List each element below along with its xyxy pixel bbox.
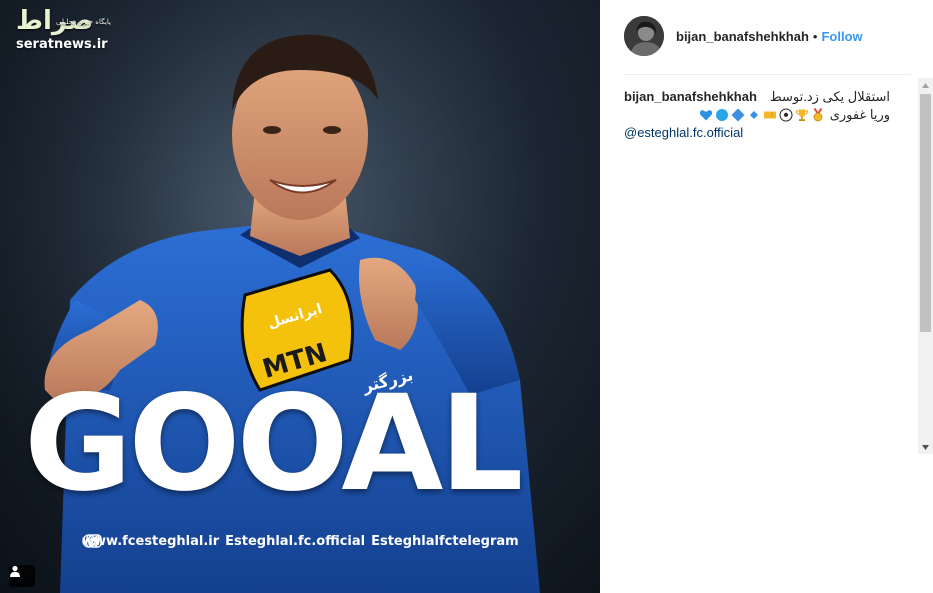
user-tag-button[interactable] [9, 565, 35, 587]
comments-scrollbar[interactable] [918, 78, 933, 454]
caption-username[interactable]: bijan_banafshehkhah [624, 88, 757, 106]
user-tag-icon [10, 565, 20, 577]
ticket-icon [763, 111, 776, 119]
sports-medal-icon [813, 108, 823, 122]
soccer-ball-icon [779, 108, 793, 122]
follow-button[interactable]: Follow [821, 29, 862, 44]
club-website: www.fcesteghlal.ir [82, 534, 220, 549]
avatar-photo [624, 16, 664, 56]
small-blue-diamond-icon [749, 111, 758, 119]
caption-author: وریا غفوری [829, 107, 890, 122]
scroll-down-icon [922, 444, 929, 450]
scroll-thumb[interactable] [920, 94, 931, 332]
large-blue-diamond-icon [731, 108, 745, 122]
club-social-links: www.fcesteghlal.ir Esteghlal.fc.official… [82, 534, 519, 549]
blue-circle-icon [715, 109, 728, 121]
header-separator: • [812, 28, 818, 44]
goal-headline: GOOAL [24, 367, 524, 521]
avatar[interactable] [624, 16, 664, 56]
caption-text: استقلال یکی زد.توسط [769, 89, 890, 104]
post-image[interactable]: ایرانسل MTN بزرگتر صراط پایگاه خبری تحلی… [0, 0, 600, 593]
post-sidebar: bijan_banafshehkhah • Follow bijan_banaf… [600, 0, 933, 593]
scroll-up-icon [922, 82, 929, 88]
post-caption: bijan_banafshehkhah استقلال یکی زد.توسط [624, 88, 890, 142]
club-telegram: Esteghlalfctelegram [371, 534, 519, 549]
club-instagram: Esteghlal.fc.official [225, 534, 366, 549]
blue-heart-icon [699, 110, 712, 121]
header-divider [624, 74, 911, 75]
scroll-up-arrow[interactable] [918, 78, 933, 92]
caption-emoji-line: وریا غفوری [624, 106, 890, 124]
telegram-icon [86, 534, 100, 548]
seratnews-watermark: صراط پایگاه خبری تحلیلی seratnews.ir [16, 6, 111, 52]
scroll-down-arrow[interactable] [918, 440, 933, 454]
caption-mention-link[interactable]: @esteghlal.fc.official [624, 124, 890, 142]
trophy-icon [795, 109, 808, 121]
post-username[interactable]: bijan_banafshehkhah [676, 29, 809, 44]
seratnews-tagline: پایگاه خبری تحلیلی [56, 18, 111, 26]
seratnews-site: seratnews.ir [16, 37, 108, 52]
post-header: bijan_banafshehkhah • Follow [624, 16, 933, 56]
